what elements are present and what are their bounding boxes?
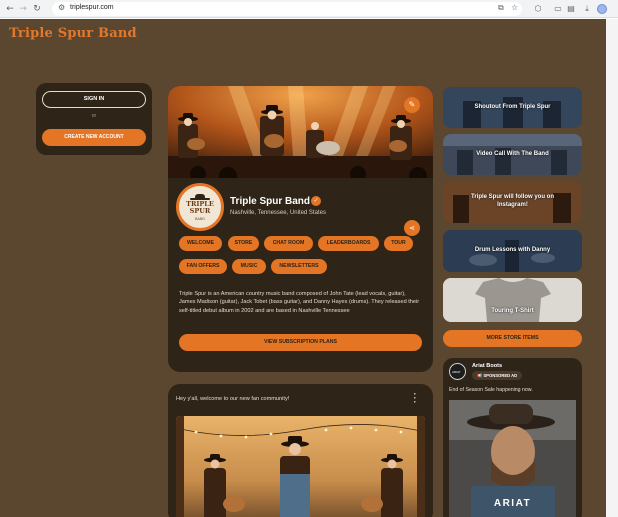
- sign-in-button[interactable]: SIGN IN: [42, 91, 146, 108]
- sponsored-badge-label: SPONSORED AD: [483, 373, 518, 378]
- tab-welcome[interactable]: WELCOME: [179, 236, 222, 251]
- hero-image: [168, 86, 433, 178]
- download-icon[interactable]: ⤓: [581, 3, 593, 15]
- url-text: triplespur.com: [70, 4, 114, 11]
- extensions-icon[interactable]: ⬡: [532, 3, 544, 15]
- tab-store[interactable]: STORE: [228, 236, 259, 251]
- avatar-logo-sub: BAND: [195, 217, 205, 221]
- thumb-label: Triple Spur will follow you on Instagram…: [470, 194, 554, 208]
- thumb-label: Touring T-Shirt: [491, 308, 534, 314]
- ad-avatar-text: ARIAT: [452, 370, 461, 374]
- thumb-label: Shoutout From Triple Spur: [474, 104, 551, 110]
- forward-icon[interactable]: →: [17, 3, 29, 15]
- store-item-touring-tshirt[interactable]: Touring T-Shirt: [443, 278, 582, 322]
- site-info-icon[interactable]: ⚙: [58, 3, 65, 12]
- thumb-label: Drum Lessons with Danny: [474, 247, 551, 253]
- page: Triple Spur Band SIGN IN or CREATE NEW A…: [0, 19, 606, 517]
- avatar-logo-text: TRIPLE SPUR: [186, 200, 214, 215]
- tab-fan-offers[interactable]: FAN OFFERS: [179, 259, 227, 274]
- store-item-shoutout[interactable]: Shoutout From Triple Spur: [443, 87, 582, 128]
- store-item-drum-lessons[interactable]: Drum Lessons with Danny: [443, 230, 582, 272]
- side-panel-icon[interactable]: ▭: [552, 3, 564, 15]
- store-item-instagram-follow[interactable]: Triple Spur will follow you on Instagram…: [443, 181, 582, 223]
- thumb-label: Video Call With The Band: [476, 151, 549, 157]
- tab-tour[interactable]: TOUR: [384, 236, 413, 251]
- band-location: Nashville, Tennessee, United States: [230, 210, 326, 216]
- verified-check-icon: ✓: [311, 196, 321, 206]
- band-description: Triple Spur is an American country music…: [179, 291, 420, 314]
- ad-avatar[interactable]: ARIAT: [449, 363, 466, 380]
- ad-brand-text: ARIAT: [493, 498, 532, 509]
- or-divider: or: [91, 113, 97, 119]
- sponsored-badge: 📢 SPONSORED AD: [472, 371, 523, 380]
- ad-text: End of Season Sale happening now.: [449, 387, 533, 393]
- band-name: Triple Spur Band: [230, 196, 311, 207]
- tab-newsletters[interactable]: NEWSLETTERS: [271, 259, 327, 274]
- site-logo[interactable]: Triple Spur Band: [9, 26, 137, 41]
- profile-avatar-icon[interactable]: [597, 4, 607, 14]
- browser-toolbar: ← → ↻ ⚙ triplespur.com ⧉ ☆ ⬡ ▭ ▤ ⤓: [0, 0, 618, 18]
- post-text: Hey y'all, welcome to our new fan commun…: [176, 396, 290, 402]
- edit-pencil-icon[interactable]: ✎: [404, 97, 420, 113]
- bookmark-star-icon[interactable]: ☆: [511, 3, 518, 12]
- login-card: SIGN IN or CREATE NEW ACCOUNT: [36, 83, 152, 155]
- install-icon[interactable]: ⧉: [498, 3, 504, 13]
- tab-music[interactable]: MUSIC: [232, 259, 266, 274]
- post-menu-icon[interactable]: · · ·: [412, 390, 418, 407]
- tab-search-icon[interactable]: ▤: [565, 3, 577, 15]
- reload-icon[interactable]: ↻: [31, 3, 43, 15]
- profile-card: ✎ TRIPLE SPUR BAND Triple Spur Band ✓ Na…: [168, 86, 433, 372]
- sponsored-ad-card: ARIAT Ariat Boots 📢 SPONSORED AD End of …: [443, 358, 582, 517]
- post-card: Hey y'all, welcome to our new fan commun…: [168, 384, 433, 517]
- tab-chat-room[interactable]: CHAT ROOM: [264, 236, 313, 251]
- post-image[interactable]: [176, 416, 425, 517]
- back-icon[interactable]: ←: [4, 3, 16, 15]
- page-scrollbar[interactable]: [606, 19, 618, 517]
- megaphone-icon: 📢: [477, 373, 483, 378]
- address-bar[interactable]: ⚙ triplespur.com ⧉ ☆: [52, 2, 522, 16]
- share-icon[interactable]: ⋖: [404, 220, 420, 236]
- ad-image[interactable]: ARIAT: [449, 400, 576, 517]
- store-item-video-call[interactable]: Video Call With The Band: [443, 134, 582, 175]
- more-store-items-button[interactable]: MORE STORE ITEMS: [443, 330, 582, 347]
- ad-advertiser-name[interactable]: Ariat Boots: [472, 363, 502, 369]
- tab-leaderboards[interactable]: LEADERBOARDS: [318, 236, 379, 251]
- band-avatar: TRIPLE SPUR BAND: [176, 183, 224, 231]
- create-account-button[interactable]: CREATE NEW ACCOUNT: [42, 129, 146, 146]
- view-subscription-plans-button[interactable]: VIEW SUBSCRIPTION PLANS: [179, 334, 422, 351]
